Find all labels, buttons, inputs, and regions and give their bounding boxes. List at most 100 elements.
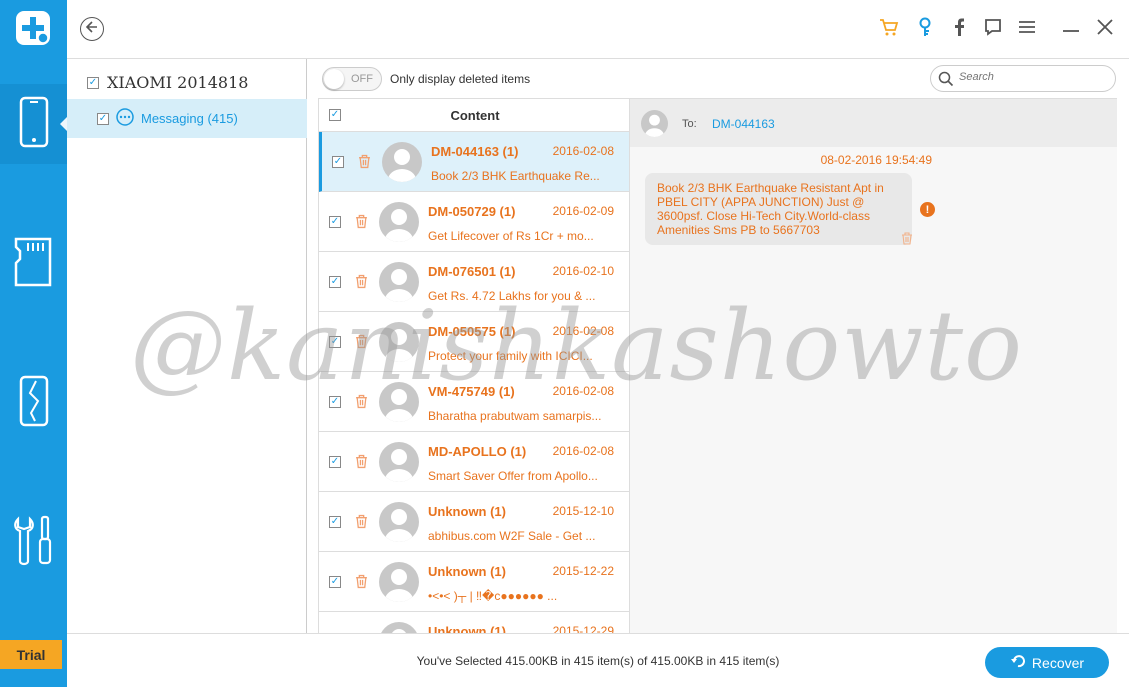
avatar bbox=[379, 382, 419, 422]
list-item[interactable]: ✓ DM-050575 (1) 2016-02-08 Protect your fam… bbox=[319, 312, 629, 372]
row-preview: Get Lifecover of Rs 1Cr + mo... bbox=[428, 229, 594, 243]
left-rail: Trial bbox=[0, 0, 68, 687]
trash-icon[interactable] bbox=[355, 574, 368, 594]
menu-button[interactable] bbox=[1016, 18, 1038, 40]
cart-icon bbox=[879, 18, 899, 41]
chat-bubble-icon bbox=[984, 18, 1002, 41]
trash-icon[interactable] bbox=[355, 394, 368, 414]
messaging-label: Messaging (415) bbox=[141, 111, 238, 126]
device-checkbox[interactable]: ✓ bbox=[87, 76, 99, 89]
rail-item-tools[interactable] bbox=[0, 503, 67, 583]
avatar bbox=[379, 322, 419, 362]
row-preview: Get Rs. 4.72 Lakhs for you & ... bbox=[428, 289, 596, 303]
list-item[interactable]: ✓ DM-076501 (1) 2016-02-10 Get Rs. 4.72 Lak… bbox=[319, 252, 629, 312]
detail-header: To: DM-044163 bbox=[630, 99, 1117, 147]
tools-icon bbox=[12, 515, 56, 572]
message-list: ✓ Content ✓ DM-044163 (1) 2016-02-08 Book 2… bbox=[318, 98, 630, 633]
row-preview: Smart Saver Offer from Apollo... bbox=[428, 469, 598, 483]
row-sender: Unknown (1) bbox=[428, 624, 506, 633]
app-window: Trial ✓ XIAOMI 2014818 ✓ Messaging (415)… bbox=[0, 0, 1129, 687]
row-preview: Bharatha prabutwam samarpis... bbox=[428, 409, 602, 423]
list-item[interactable]: ✓ DM-050729 (1) 2016-02-09 Get Lifecover of… bbox=[319, 192, 629, 252]
back-button[interactable] bbox=[80, 17, 104, 41]
avatar bbox=[379, 562, 419, 602]
list-toolbar: OFF Only display deleted items bbox=[308, 59, 1129, 99]
row-checkbox[interactable]: ✓ bbox=[329, 576, 341, 588]
device-node[interactable]: ✓ XIAOMI 2014818 bbox=[87, 73, 248, 92]
avatar bbox=[379, 442, 419, 482]
row-date: 2015-12-29 bbox=[552, 624, 614, 633]
row-checkbox[interactable]: ✓ bbox=[332, 156, 344, 168]
row-sender: DM-050575 (1) bbox=[428, 324, 516, 339]
avatar bbox=[379, 262, 419, 302]
sd-card-icon bbox=[14, 237, 54, 292]
register-key-button[interactable] bbox=[914, 17, 936, 42]
toggle-state-label: OFF bbox=[351, 73, 373, 85]
message-detail-pane: To: DM-044163 08-02-2016 19:54:49 Book 2… bbox=[630, 98, 1117, 633]
row-date: 2016-02-09 bbox=[552, 204, 614, 218]
feedback-button[interactable] bbox=[982, 18, 1004, 40]
facebook-icon bbox=[953, 18, 965, 41]
list-item[interactable]: ✓ MD-APOLLO (1) 2016-02-08 Smart Saver Offe… bbox=[319, 432, 629, 492]
trial-badge: Trial bbox=[0, 640, 62, 669]
hamburger-menu-icon bbox=[1019, 20, 1035, 39]
trash-icon[interactable] bbox=[358, 154, 371, 174]
key-icon bbox=[918, 17, 932, 42]
row-date: 2016-02-08 bbox=[552, 444, 614, 458]
row-preview: Book 2/3 BHK Earthquake Re... bbox=[431, 169, 600, 183]
row-checkbox[interactable]: ✓ bbox=[329, 396, 341, 408]
rail-item-broken-phone[interactable] bbox=[0, 363, 67, 443]
row-date: 2016-02-08 bbox=[552, 384, 614, 398]
row-date: 2015-12-10 bbox=[552, 504, 614, 518]
rail-item-sd-card[interactable] bbox=[0, 224, 67, 304]
trash-icon[interactable] bbox=[355, 334, 368, 354]
cart-button[interactable] bbox=[878, 18, 900, 40]
row-sender: Unknown (1) bbox=[428, 504, 506, 519]
row-date: 2015-12-22 bbox=[552, 564, 614, 578]
list-item[interactable]: ✓Unknown (1)2015-12-29 bbox=[319, 612, 629, 633]
message-trash-icon[interactable] bbox=[901, 232, 913, 250]
minimize-button[interactable] bbox=[1060, 18, 1082, 40]
messaging-checkbox[interactable]: ✓ bbox=[97, 112, 109, 125]
row-checkbox[interactable]: ✓ bbox=[329, 336, 341, 348]
avatar bbox=[379, 622, 419, 633]
row-preview: abhibus.com W2F Sale - Get ... bbox=[428, 529, 596, 543]
toggle-knob bbox=[324, 69, 344, 89]
to-label: To: bbox=[682, 118, 697, 130]
row-sender: VM-475749 (1) bbox=[428, 384, 515, 399]
close-button[interactable] bbox=[1094, 18, 1116, 40]
phone-icon bbox=[19, 96, 49, 153]
tree-item-messaging[interactable]: ✓ Messaging (415) bbox=[67, 99, 307, 138]
row-checkbox[interactable]: ✓ bbox=[329, 456, 341, 468]
row-checkbox[interactable]: ✓ bbox=[329, 216, 341, 228]
rail-item-phone[interactable] bbox=[0, 84, 68, 164]
row-sender: Unknown (1) bbox=[428, 564, 506, 579]
close-icon bbox=[1097, 18, 1113, 40]
trash-icon[interactable] bbox=[355, 454, 368, 474]
facebook-button[interactable] bbox=[948, 18, 970, 40]
recover-button[interactable]: Recover bbox=[985, 647, 1109, 678]
deleted-only-toggle[interactable]: OFF bbox=[322, 67, 382, 91]
only-deleted-label: Only display deleted items bbox=[390, 72, 531, 86]
header-bar bbox=[67, 0, 1129, 59]
search-icon bbox=[938, 71, 954, 92]
app-logo-icon bbox=[16, 11, 50, 45]
message-dots-icon bbox=[115, 107, 135, 130]
search-box[interactable] bbox=[930, 65, 1116, 92]
row-checkbox[interactable]: ✓ bbox=[329, 516, 341, 528]
list-item[interactable]: ✓ Unknown (1) 2015-12-10 abhibus.com W2F Sa… bbox=[319, 492, 629, 552]
trash-icon[interactable] bbox=[355, 274, 368, 294]
search-input[interactable] bbox=[959, 71, 1109, 83]
list-header: ✓ Content bbox=[319, 99, 629, 132]
row-date: 2016-02-08 bbox=[552, 324, 614, 338]
row-checkbox[interactable]: ✓ bbox=[329, 276, 341, 288]
footer-bar: You've Selected 415.00KB in 415 item(s) … bbox=[67, 633, 1129, 687]
trash-icon[interactable] bbox=[355, 214, 368, 234]
row-sender: DM-050729 (1) bbox=[428, 204, 516, 219]
list-item[interactable]: ✓ DM-044163 (1) 2016-02-08 Book 2/3 BHK Ear… bbox=[319, 132, 629, 192]
list-item[interactable]: ✓ Unknown (1) 2015-12-22 •<•< )┬ | ‼�c●●●●●… bbox=[319, 552, 629, 612]
avatar bbox=[379, 502, 419, 542]
list-item[interactable]: ✓ VM-475749 (1) 2016-02-08 Bharatha prabutw… bbox=[319, 372, 629, 432]
row-preview: •<•< )┬ | ‼�c●●●●●● ... bbox=[428, 589, 558, 603]
trash-icon[interactable] bbox=[355, 514, 368, 534]
